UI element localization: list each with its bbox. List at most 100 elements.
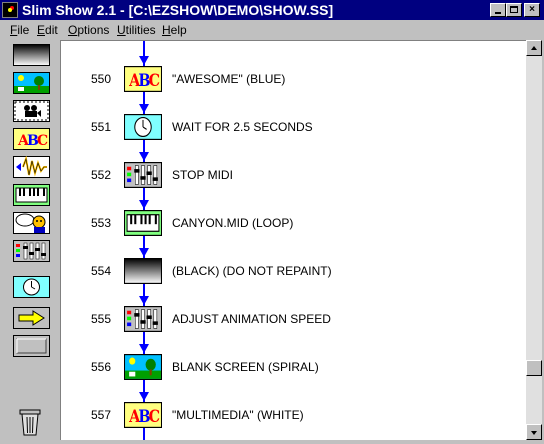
flow-arrow-icon — [139, 248, 149, 257]
chevron-down-icon — [531, 431, 537, 435]
menu-file[interactable]: File — [10, 23, 29, 37]
tool-goto[interactable] — [13, 307, 50, 329]
row-description: (BLACK) (DO NOT REPAINT) — [172, 264, 332, 278]
flow-arrow-icon — [139, 392, 149, 401]
speech-character-icon — [13, 212, 50, 234]
row-icon-button[interactable] — [124, 354, 162, 380]
svg-text:C: C — [37, 133, 48, 149]
row-number: 554 — [91, 264, 112, 278]
row-number: 551 — [91, 120, 112, 134]
app-system-menu-icon[interactable] — [2, 2, 18, 18]
flow-connector-line — [143, 41, 145, 440]
flow-arrow-icon — [139, 104, 149, 113]
script-row[interactable]: 553 CANYON.MID (LOOP) — [61, 210, 526, 236]
tool-text[interactable]: A B C — [13, 128, 50, 150]
tool-midi[interactable] — [13, 184, 50, 206]
menu-help[interactable]: Help — [162, 23, 187, 37]
script-row[interactable]: 556 BLANK SCREEN (SPIRAL) — [61, 354, 526, 380]
flow-arrow-icon — [139, 152, 149, 161]
background-picture-icon — [13, 72, 50, 94]
background-picture-icon — [124, 354, 162, 380]
row-description: WAIT FOR 2.5 SECONDS — [172, 120, 313, 134]
row-icon-button[interactable] — [124, 210, 162, 236]
trash-can-icon — [19, 409, 41, 436]
flow-arrow-icon — [139, 344, 149, 353]
menu-bar: File Edit Options Utilities Help — [0, 20, 544, 39]
vertical-scrollbar[interactable] — [526, 40, 542, 440]
svg-text:C: C — [149, 406, 160, 426]
scroll-down-button[interactable] — [526, 424, 542, 440]
row-icon-button[interactable] — [124, 162, 162, 188]
clock-icon — [13, 276, 50, 298]
animation-projector-icon — [13, 100, 50, 122]
row-icon-button[interactable]: A B C — [124, 402, 162, 428]
midi-keyboard-icon — [124, 210, 162, 236]
text-abc-icon: A B C — [13, 128, 50, 150]
row-icon-button[interactable] — [124, 306, 162, 332]
maximize-icon — [510, 6, 518, 13]
row-number: 553 — [91, 216, 112, 230]
minimize-icon — [495, 12, 501, 14]
blank-button-icon — [13, 335, 50, 357]
script-list[interactable]: 550 A B C "AWESOME" (BLUE) 551 WAIT FOR 2… — [60, 40, 526, 440]
row-number: 556 — [91, 360, 112, 374]
script-row[interactable]: 551 WAIT FOR 2.5 SECONDS — [61, 114, 526, 140]
close-button[interactable]: × — [524, 3, 540, 17]
row-description: "AWESOME" (BLUE) — [172, 72, 286, 86]
scroll-up-button[interactable] — [526, 40, 542, 56]
minimize-button[interactable] — [490, 3, 506, 17]
tool-palette: A B C — [0, 39, 58, 444]
script-row[interactable]: 557 A B C "MULTIMEDIA" (WHITE) — [61, 402, 526, 428]
text-abc-icon: A B C — [124, 402, 162, 428]
script-row[interactable]: 552 STOP MIDI — [61, 162, 526, 188]
app-window: Slim Show 2.1 - [C:\EZSHOW\DEMO\SHOW.SS]… — [0, 0, 544, 444]
scroll-thumb[interactable] — [526, 360, 542, 376]
script-row[interactable]: 550 A B C "AWESOME" (BLUE) — [61, 66, 526, 92]
row-description: ADJUST ANIMATION SPEED — [172, 312, 331, 326]
script-row[interactable]: 554 (BLACK) (DO NOT REPAINT) — [61, 258, 526, 284]
row-description: BLANK SCREEN (SPIRAL) — [172, 360, 319, 374]
tool-background-picture[interactable] — [13, 72, 50, 94]
text-abc-icon: A B C — [124, 66, 162, 92]
menu-options[interactable]: Options — [68, 23, 109, 37]
tool-fade-screen[interactable] — [13, 44, 50, 66]
row-number: 557 — [91, 408, 112, 422]
row-number: 555 — [91, 312, 112, 326]
tool-control-panel[interactable] — [13, 240, 50, 262]
row-description: STOP MIDI — [172, 168, 233, 182]
row-icon-button[interactable] — [124, 114, 162, 140]
close-icon: × — [529, 4, 535, 15]
control-panel-icon — [13, 240, 50, 262]
tool-wait-clock[interactable] — [13, 276, 50, 298]
control-panel-icon — [124, 162, 162, 188]
svg-text:C: C — [149, 70, 160, 90]
window-title: Slim Show 2.1 - [C:\EZSHOW\DEMO\SHOW.SS] — [22, 2, 334, 18]
flow-arrow-icon — [139, 56, 149, 65]
midi-keyboard-icon — [13, 184, 50, 206]
fade-screen-icon — [13, 44, 50, 66]
row-icon-button[interactable]: A B C — [124, 66, 162, 92]
tool-blank-button[interactable] — [13, 335, 50, 357]
row-icon-button[interactable] — [124, 258, 162, 284]
maximize-button[interactable] — [506, 3, 522, 17]
control-panel-icon — [124, 306, 162, 332]
row-description: CANYON.MID (LOOP) — [172, 216, 294, 230]
row-number: 552 — [91, 168, 112, 182]
menu-utilities[interactable]: Utilities — [117, 23, 156, 37]
sound-wave-icon — [13, 156, 50, 178]
fade-screen-icon — [124, 258, 162, 284]
chevron-up-icon — [531, 46, 537, 50]
flow-arrow-icon — [139, 200, 149, 209]
row-description: "MULTIMEDIA" (WHITE) — [172, 408, 304, 422]
script-row[interactable]: 555 ADJUST ANIMATION SPEED — [61, 306, 526, 332]
menu-edit[interactable]: Edit — [37, 23, 58, 37]
tool-animation[interactable] — [13, 100, 50, 122]
row-number: 550 — [91, 72, 112, 86]
tool-speech[interactable] — [13, 212, 50, 234]
tool-sound[interactable] — [13, 156, 50, 178]
clock-icon — [124, 114, 162, 140]
flow-arrow-icon — [139, 296, 149, 305]
arrow-goto-icon — [13, 307, 50, 329]
trash-button[interactable] — [18, 409, 42, 436]
title-bar[interactable]: Slim Show 2.1 - [C:\EZSHOW\DEMO\SHOW.SS]… — [0, 0, 544, 20]
